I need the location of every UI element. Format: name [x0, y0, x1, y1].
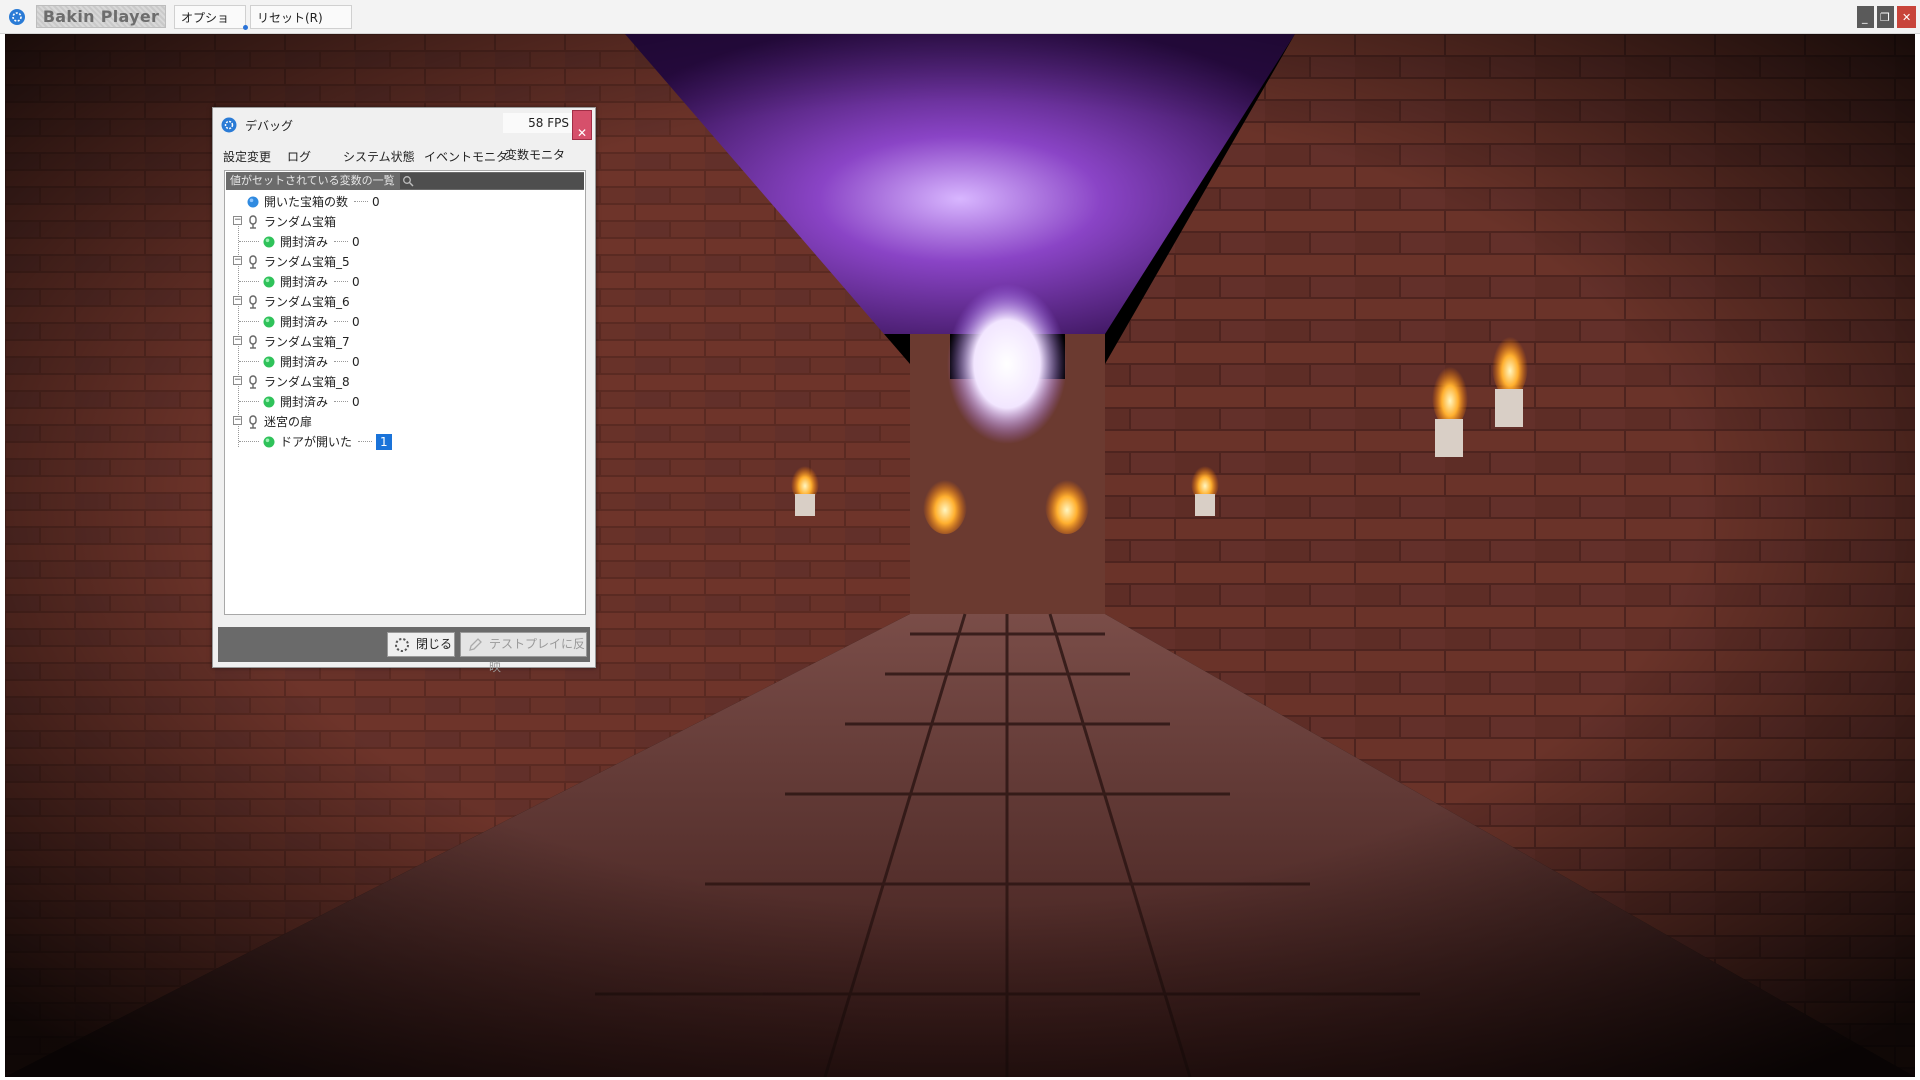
restore-icon: ❐	[1880, 11, 1890, 24]
app-icon	[9, 9, 25, 25]
variable-search-input[interactable]	[400, 173, 584, 189]
apply-to-testplay-button[interactable]: テストプレイに反映	[460, 632, 587, 674]
tab-settings[interactable]: 設定変更	[223, 146, 271, 168]
tree-row[interactable]: ランダム宝箱_7	[247, 332, 350, 350]
tree-row[interactable]: 開封済み 0	[239, 352, 360, 370]
variable-dot-icon	[263, 396, 275, 407]
minimize-button[interactable]: _	[1857, 6, 1874, 28]
close-icon: ✕	[1902, 11, 1912, 24]
folder-node-icon	[249, 374, 257, 389]
tree-row[interactable]: 迷宮の扉	[247, 412, 312, 430]
menu-options[interactable]: オプション(O)	[174, 5, 246, 49]
debug-window[interactable]: デバッグ 58 FPS ✕ 設定変更 ログ システム状態 イベントモニタ 変数モ…	[212, 107, 596, 674]
maximize-button[interactable]: ❐	[1877, 6, 1894, 28]
variable-value[interactable]: 0	[352, 273, 360, 291]
variable-list-panel[interactable]: 値がセットされている変数の一覧 開いた宝箱の数 0 − ランダム宝箱 開封済み 0 …	[224, 170, 586, 615]
variable-dot-icon	[263, 316, 275, 327]
tree-row[interactable]: 開封済み 0	[239, 312, 360, 330]
pencil-icon	[469, 638, 482, 651]
list-header: 値がセットされている変数の一覧	[226, 172, 584, 190]
fps-counter: 58 FPS	[503, 113, 575, 133]
window-close-button[interactable]: ✕	[1897, 6, 1916, 28]
variable-value[interactable]: 0	[372, 193, 380, 211]
variable-value[interactable]: 0	[352, 353, 360, 371]
app-title: Bakin Player	[36, 5, 166, 28]
variable-value[interactable]: 0	[352, 313, 360, 331]
folder-node-icon	[249, 414, 257, 429]
variable-dot-icon	[263, 236, 275, 247]
variable-dot-icon	[263, 436, 275, 447]
tab-log[interactable]: ログ	[287, 146, 311, 168]
collapse-toggle[interactable]: −	[233, 216, 242, 225]
title-bar: Bakin Player オプション(O) リセット(R) Ctrl+C _ ❐…	[0, 0, 1920, 49]
tab-variable-monitor[interactable]: 変数モニタ	[505, 144, 565, 166]
debug-title: デバッグ	[245, 119, 294, 133]
variable-value[interactable]: 0	[352, 233, 360, 251]
debug-close-button[interactable]: ✕	[572, 110, 592, 140]
close-button[interactable]: 閉じる	[387, 632, 455, 657]
minimize-icon: _	[1862, 11, 1868, 24]
menu-indicator-dot	[243, 25, 248, 30]
tree-guide	[238, 219, 239, 447]
folder-node-icon	[249, 334, 257, 349]
collapse-toggle[interactable]: −	[233, 376, 242, 385]
tree-row[interactable]: 開封済み 0	[239, 232, 360, 250]
variable-dot-icon	[247, 196, 259, 207]
folder-node-icon	[249, 294, 257, 309]
spinner-icon	[395, 638, 409, 652]
debug-tabs: 設定変更 ログ システム状態 イベントモニタ 変数モニタ	[221, 146, 591, 168]
variable-value[interactable]: 0	[352, 393, 360, 411]
tree-row[interactable]: ランダム宝箱_6	[247, 292, 350, 310]
variable-dot-icon	[263, 356, 275, 367]
tree-row[interactable]: ランダム宝箱	[247, 212, 336, 230]
tree-row[interactable]: 開封済み 0	[239, 272, 360, 290]
close-icon: ✕	[576, 126, 588, 140]
tree-row[interactable]: 開封済み 0	[239, 392, 360, 410]
folder-node-icon	[249, 214, 257, 229]
tab-event-monitor[interactable]: イベントモニタ	[424, 146, 508, 168]
variable-dot-icon	[263, 276, 275, 287]
tree-row[interactable]: ランダム宝箱_8	[247, 372, 350, 390]
tree-row[interactable]: ランダム宝箱_5	[247, 252, 350, 270]
tree-row[interactable]: 開いた宝箱の数 0	[247, 192, 380, 210]
list-header-label: 値がセットされている変数の一覧	[230, 174, 395, 187]
tab-system-status[interactable]: システム状態	[343, 146, 415, 168]
collapse-toggle[interactable]: −	[233, 296, 242, 305]
menu-reset[interactable]: リセット(R) Ctrl+C	[250, 5, 352, 49]
variable-value-selected[interactable]: 1	[376, 433, 392, 450]
collapse-toggle[interactable]: −	[233, 416, 242, 425]
collapse-toggle[interactable]: −	[233, 256, 242, 265]
tree-row[interactable]: ドアが開いた 1	[239, 432, 392, 450]
search-icon	[403, 176, 414, 187]
collapse-toggle[interactable]: −	[233, 336, 242, 345]
folder-node-icon	[249, 254, 257, 269]
debug-app-icon	[221, 117, 237, 133]
debug-footer: 閉じる テストプレイに反映	[218, 627, 590, 674]
